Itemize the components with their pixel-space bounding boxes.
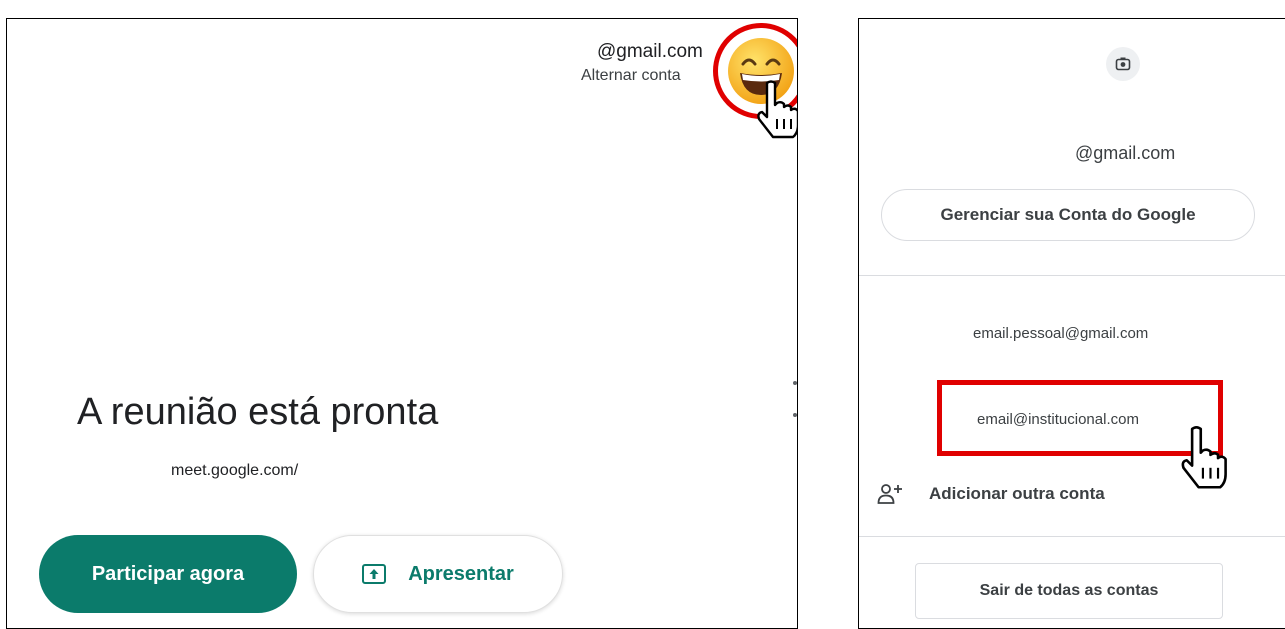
- sign-out-all-button[interactable]: Sair de todas as contas: [915, 563, 1223, 619]
- divider-dot: [793, 413, 797, 417]
- meeting-url: meet.google.com/: [171, 462, 299, 479]
- camera-icon: [1115, 57, 1131, 71]
- avatar[interactable]: [713, 23, 797, 139]
- add-account-label: Adicionar outra conta: [929, 484, 1105, 503]
- divider: [859, 275, 1285, 276]
- present-button-label: Apresentar: [408, 562, 514, 585]
- hand-cursor-icon: [1181, 426, 1227, 489]
- change-photo-button[interactable]: [1106, 47, 1140, 81]
- meet-ready-panel: @gmail.com Alternar conta A reunião está…: [6, 18, 798, 629]
- switch-account-link[interactable]: Alternar conta: [581, 67, 681, 85]
- divider-dot: [793, 381, 797, 385]
- add-account-button[interactable]: Adicionar outra conta: [877, 483, 1105, 505]
- add-person-icon: [877, 484, 902, 504]
- join-now-button[interactable]: Participar agora: [39, 535, 297, 613]
- divider: [859, 536, 1285, 537]
- account-item-personal[interactable]: email.pessoal@gmail.com: [973, 325, 1148, 342]
- present-upload-icon: [362, 564, 387, 584]
- account-switcher-panel: @gmail.com Gerenciar sua Conta do Google…: [858, 18, 1285, 629]
- account-email: @gmail.com: [597, 41, 703, 62]
- present-button[interactable]: Apresentar: [313, 535, 563, 613]
- manage-account-button[interactable]: Gerenciar sua Conta do Google: [881, 189, 1255, 241]
- meeting-ready-title: A reunião está pronta: [77, 391, 439, 433]
- profile-email: @gmail.com: [1075, 143, 1176, 163]
- hand-cursor-icon: [757, 80, 797, 139]
